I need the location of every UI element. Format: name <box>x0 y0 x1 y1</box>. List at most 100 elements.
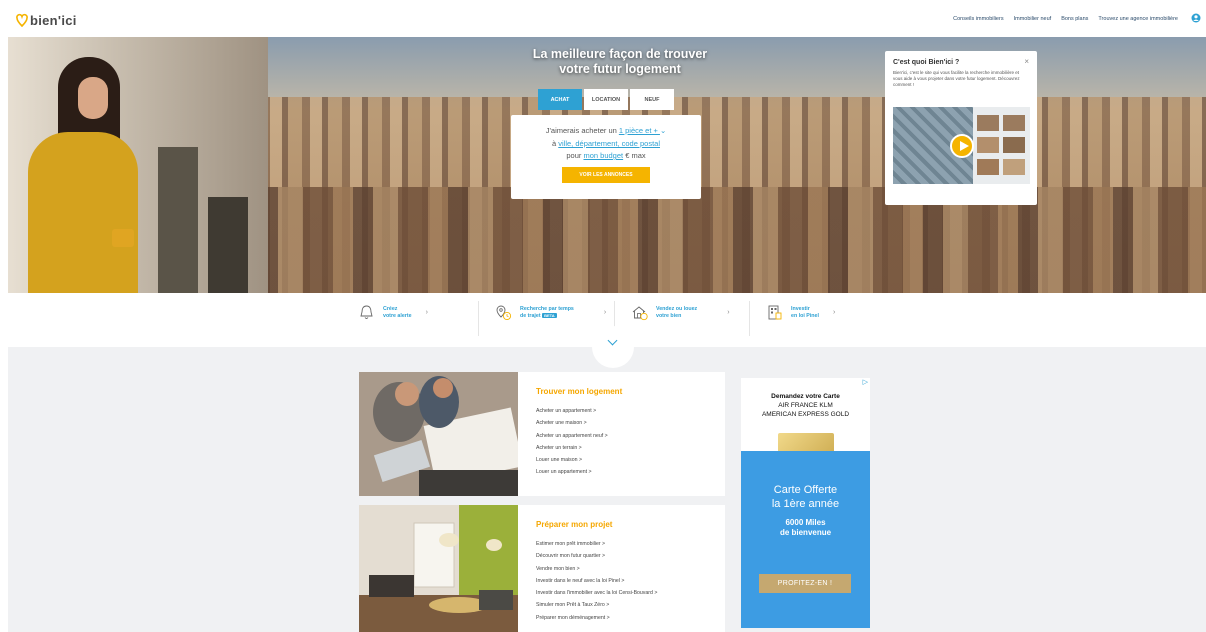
feature-sell-rent[interactable]: Vendez ou louez votre bien › <box>631 304 730 321</box>
main-nav: Conseils immobiliers Immobilier neuf Bon… <box>953 16 1178 22</box>
rooms-select[interactable]: 1 pièce et + <box>619 126 660 135</box>
feature-label-line1: Vendez ou louez <box>656 306 698 312</box>
ad-line3: AMERICAN EXPRESS GOLD <box>761 411 850 418</box>
search-tabs: ACHAT LOCATION NEUF <box>538 89 674 110</box>
link-invest-censi-bouvard[interactable]: Investir dans l'immobilier avec la loi C… <box>536 587 657 599</box>
ad-miles: 6000 Miles de bienvenue <box>741 518 870 538</box>
feature-pinel[interactable]: Investir en loi Pinel › <box>766 304 835 321</box>
link-prepare-moving[interactable]: Préparer mon déménagement > <box>536 612 657 624</box>
video-thumbnail[interactable] <box>893 107 1030 184</box>
nav-link-neuf[interactable]: Immobilier neuf <box>1014 16 1052 22</box>
nav-link-conseils[interactable]: Conseils immobiliers <box>953 16 1003 22</box>
heart-location-icon <box>16 13 28 27</box>
ad-offer-line2: la 1ère année <box>771 498 840 510</box>
info-card: C'est quoi Bien'ici ? × Bien'ici, c'est … <box>885 51 1037 205</box>
video-tile <box>1003 159 1025 175</box>
card-image-couple <box>359 372 518 496</box>
link-buy-new-apartment[interactable]: Acheter un appartement neuf > <box>536 430 608 442</box>
location-input[interactable]: ville, département, code postal <box>558 139 660 148</box>
hero-coffee-cup <box>112 229 134 247</box>
header: bien'ici Conseils immobiliers Immobilier… <box>0 0 1206 36</box>
link-rent-house[interactable]: Louer une maison > <box>536 454 608 466</box>
logo[interactable]: bien'ici <box>16 12 77 28</box>
video-tile <box>977 137 999 153</box>
video-tile <box>1003 115 1025 131</box>
logo-text: bien'ici <box>30 12 77 28</box>
card-image-living-room <box>359 505 518 632</box>
travel-time-icon <box>496 305 512 321</box>
feature-travel-time[interactable]: Recherche par temps de trajet BETA › <box>495 304 606 321</box>
video-tile <box>1003 137 1025 153</box>
chevron-down-icon: ⌄ <box>659 126 667 135</box>
divider <box>478 301 479 336</box>
couple-photo <box>359 372 518 496</box>
hero-title-line2: votre futur logement <box>559 62 681 76</box>
card-links: Estimer mon prêt immobilier > Découvrir … <box>536 538 657 624</box>
card-title: Trouver mon logement <box>536 387 623 396</box>
card-find-home: Trouver mon logement Acheter un appartem… <box>359 372 725 496</box>
tab-neuf[interactable]: NEUF <box>630 89 674 110</box>
chevron-right-icon: › <box>603 309 607 316</box>
feature-label-line2: en loi Pinel <box>791 312 819 319</box>
video-tile <box>977 159 999 175</box>
link-discover-neighborhood[interactable]: Découvrir mon futur quartier > <box>536 550 657 562</box>
hero-window <box>208 197 248 293</box>
advertisement[interactable]: ▷ Demandez votre Carte AIR FRANCE KLM AM… <box>741 378 870 628</box>
hero-title: La meilleure façon de trouver votre futu… <box>520 47 720 77</box>
info-card-text: Bien'ici, c'est le site qui vous facilit… <box>893 70 1020 87</box>
user-account-icon[interactable] <box>1191 13 1201 23</box>
info-card-title: C'est quoi Bien'ici ? <box>893 59 960 66</box>
tab-achat[interactable]: ACHAT <box>538 89 582 110</box>
ad-line2: AIR FRANCE KLM <box>778 402 833 409</box>
link-invest-pinel[interactable]: Investir dans le neuf avec la loi Pinel … <box>536 575 657 587</box>
nav-link-bons-plans[interactable]: Bons plans <box>1061 16 1088 22</box>
video-tile <box>977 115 999 131</box>
card-prepare-project: Préparer mon projet Estimer mon prêt imm… <box>359 505 725 632</box>
feature-label-line2: de trajet <box>520 312 541 319</box>
search-box: J'aimerais acheter un 1 pièce et + ⌄ à v… <box>511 115 701 199</box>
ad-cta-button[interactable]: PROFITEZ-EN ! <box>759 574 851 593</box>
feature-label-line2: votre bien <box>656 312 682 319</box>
nav-link-agence[interactable]: Trouvez une agence immobilière <box>1098 16 1178 22</box>
scroll-down-button[interactable] <box>592 326 634 368</box>
link-rent-apartment[interactable]: Louer un appartement > <box>536 466 608 478</box>
ad-offer-line1: Carte Offerte <box>773 484 838 496</box>
view-listings-button[interactable]: VOIR LES ANNONCES <box>562 166 650 183</box>
ad-offer: Carte Offerte la 1ère année <box>741 483 870 511</box>
content-section: Trouver mon logement Acheter un appartem… <box>8 347 1206 632</box>
living-room-photo <box>359 505 518 632</box>
play-icon[interactable] <box>950 134 974 158</box>
link-buy-house[interactable]: Acheter une maison > <box>536 417 608 429</box>
budget-input[interactable]: mon budget <box>583 151 623 160</box>
search-text: J'aimerais acheter un <box>545 126 619 135</box>
close-icon[interactable]: × <box>1024 57 1029 66</box>
chevron-right-icon: › <box>727 309 730 316</box>
link-buy-land[interactable]: Acheter un terrain > <box>536 442 608 454</box>
link-simulate-ptz[interactable]: Simuler mon Prêt à Taux Zéro > <box>536 599 657 611</box>
ad-miles-line2: de bienvenue <box>779 528 832 537</box>
beta-badge: BETA <box>542 312 557 318</box>
feature-label-line2: votre alerte <box>383 312 412 319</box>
adchoices-icon[interactable]: ▷ <box>863 378 868 387</box>
hero-title-line1: La meilleure façon de trouver <box>532 47 708 61</box>
card-links: Acheter un appartement > Acheter une mai… <box>536 405 608 479</box>
search-text: € max <box>623 151 646 160</box>
chevron-right-icon: › <box>425 309 428 316</box>
link-buy-apartment[interactable]: Acheter un appartement > <box>536 405 608 417</box>
feature-alert[interactable]: Créez votre alerte › <box>358 304 428 321</box>
ad-miles-line1: 6000 Miles <box>785 518 826 527</box>
search-text: pour <box>566 151 584 160</box>
hero-woman-face <box>78 77 108 119</box>
divider <box>749 301 750 336</box>
link-estimate-loan[interactable]: Estimer mon prêt immobilier > <box>536 538 657 550</box>
ad-line1: Demandez votre Carte <box>771 393 840 400</box>
card-title: Préparer mon projet <box>536 520 613 529</box>
tab-location[interactable]: LOCATION <box>584 89 628 110</box>
building-icon <box>768 305 782 320</box>
house-euro-icon <box>632 306 648 321</box>
chevron-right-icon: › <box>832 309 836 316</box>
hero-window <box>158 147 198 293</box>
link-sell-property[interactable]: Vendre mon bien > <box>536 563 657 575</box>
bell-icon <box>360 305 373 319</box>
hero-woman-shirt <box>28 132 138 293</box>
